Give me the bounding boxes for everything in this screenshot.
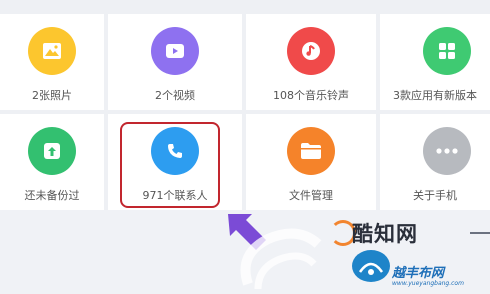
tile-label: 还未备份过 <box>24 189 80 202</box>
watermark-site-text: 酷知网 <box>352 222 418 246</box>
tile-files[interactable]: 文件管理 <box>246 114 376 210</box>
watermark-swirl-icon <box>240 228 322 290</box>
backup-icon <box>28 127 76 175</box>
more-icon <box>423 127 471 175</box>
tile-label: 关于手机 <box>413 189 457 202</box>
watermark-url-text: www.yueyangbang.com <box>392 280 464 287</box>
apps-icon <box>423 27 471 75</box>
tile-label: 108个音乐铃声 <box>273 89 349 102</box>
tile-backup[interactable]: 还未备份过 <box>0 114 104 210</box>
tile-photos[interactable]: 2张照片 <box>0 14 104 110</box>
highlight-box <box>120 122 220 208</box>
watermark-divider <box>470 232 490 234</box>
tile-label: 文件管理 <box>289 189 333 202</box>
tile-apps[interactable]: 3款应用有新版本 <box>380 14 490 110</box>
tile-music[interactable]: 108个音乐铃声 <box>246 14 376 110</box>
tile-label: 2张照片 <box>32 89 72 102</box>
watermark-badge-icon <box>352 250 390 282</box>
feature-grid: 2张照片 2个视频 108个音乐铃声 3款应用有新版本 还未备份过 971个联系… <box>0 0 490 210</box>
music-icon <box>287 27 335 75</box>
tile-label: 3款应用有新版本 <box>393 89 477 102</box>
tile-label: 2个视频 <box>155 89 195 102</box>
tile-about-phone[interactable]: 关于手机 <box>380 114 490 210</box>
watermark-brand-text: 越丰布网 <box>392 266 445 281</box>
photos-icon <box>28 27 76 75</box>
folder-icon <box>287 127 335 175</box>
tile-videos[interactable]: 2个视频 <box>108 14 242 110</box>
video-icon <box>151 27 199 75</box>
